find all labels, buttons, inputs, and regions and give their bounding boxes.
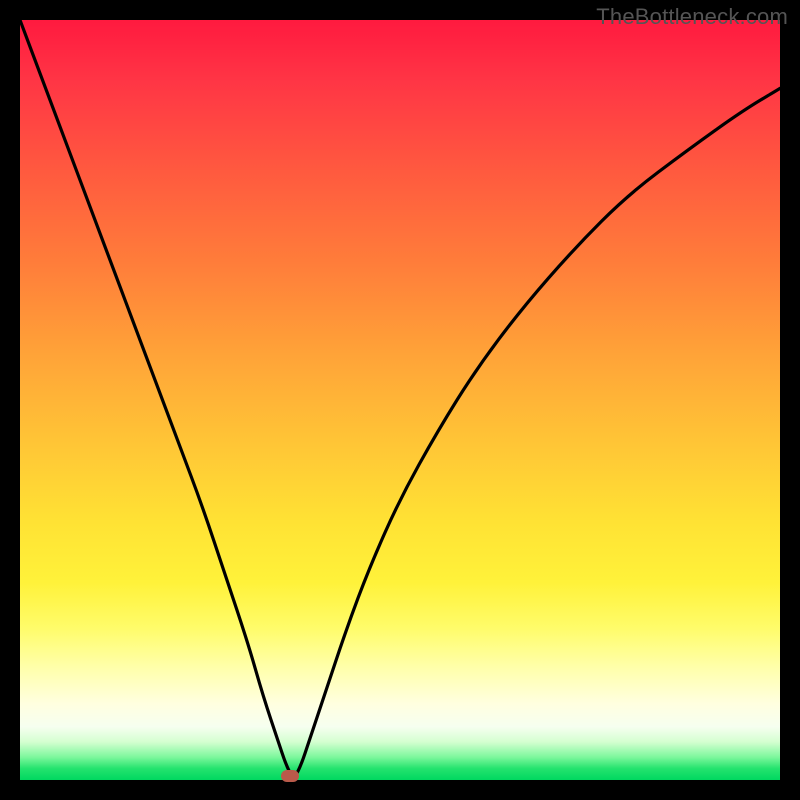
- bottleneck-curve: [20, 20, 780, 780]
- optimal-point-marker: [281, 770, 299, 782]
- plot-area: [20, 20, 780, 780]
- attribution-text: TheBottleneck.com: [596, 4, 788, 30]
